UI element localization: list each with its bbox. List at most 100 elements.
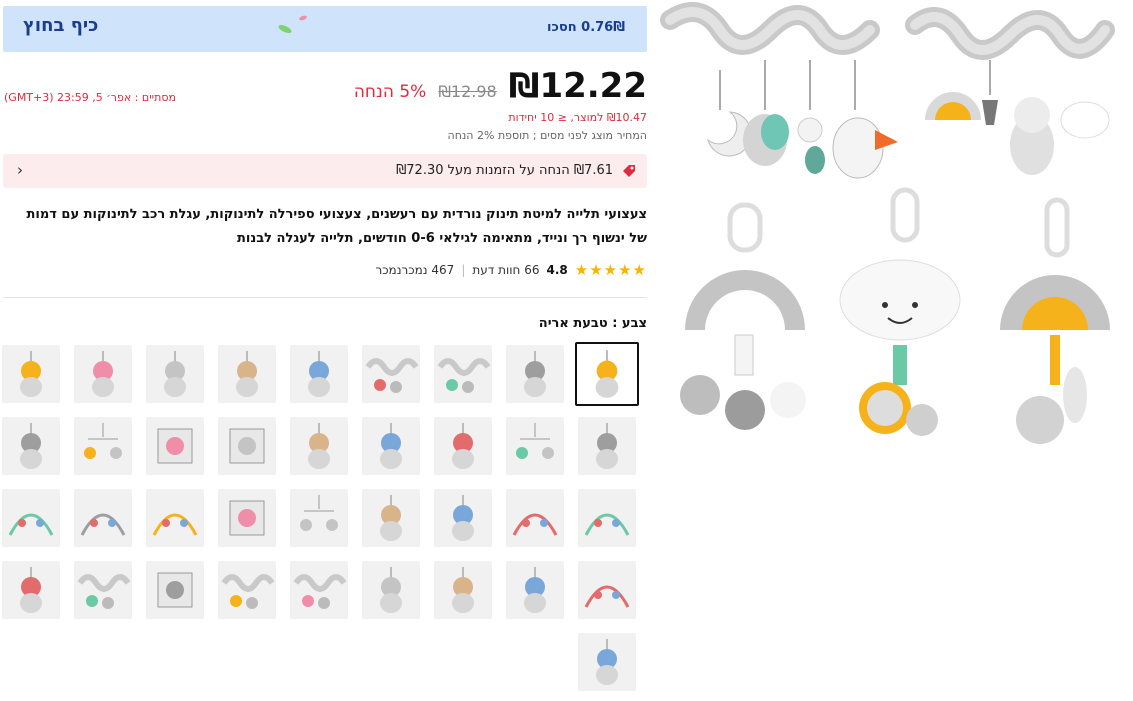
swatch-thumbnail xyxy=(20,567,42,613)
swatch-thumbnail xyxy=(20,351,42,397)
banner-savings: 0.76₪ חסכו xyxy=(547,20,625,35)
divider xyxy=(3,297,647,298)
swatch-thumbnail xyxy=(221,574,275,609)
color-swatch-giraffe[interactable] xyxy=(290,417,348,475)
color-swatch-plush[interactable] xyxy=(2,345,60,403)
color-swatch-plush-set[interactable] xyxy=(506,345,564,403)
rating-value: 4.8 xyxy=(546,263,568,277)
promo-banner[interactable]: כיף בחוץ 0.76₪ חסכו xyxy=(3,6,647,52)
color-swatch-book[interactable] xyxy=(218,417,276,475)
swatch-thumbnail xyxy=(516,423,554,459)
color-swatch-mirror[interactable] xyxy=(218,489,276,547)
color-swatch-spiral[interactable] xyxy=(290,561,348,619)
color-swatch-bear-ring[interactable] xyxy=(362,417,420,475)
swatch-thumbnail xyxy=(293,574,347,609)
swatch-thumbnail xyxy=(164,351,186,397)
coupon-text: ₪7.61 הנחה על הזמנות מעל ₪72.30 xyxy=(396,163,613,178)
swatch-thumbnail xyxy=(77,574,131,609)
price-row: ₪12.22 ₪12.98 5% הנחה xyxy=(354,66,647,106)
color-swatch-lion[interactable] xyxy=(362,489,420,547)
swatch-thumbnail xyxy=(584,585,630,608)
banner-title: כיף בחוץ xyxy=(23,15,99,36)
color-swatch-lion[interactable] xyxy=(434,489,492,547)
swatch-thumbnail xyxy=(452,423,474,469)
color-swatch-bunny-ring[interactable] xyxy=(362,561,420,619)
color-swatch-owl-set[interactable] xyxy=(2,417,60,475)
swatch-thumbnail xyxy=(524,567,546,613)
current-price: ₪12.22 xyxy=(508,66,647,106)
tax-note: המחיר מוצג לפני מסים ; תוספת 2% הנחה xyxy=(447,129,647,142)
chevron-left-icon: › xyxy=(17,161,23,179)
color-swatch-lion-ring[interactable] xyxy=(575,342,639,406)
color-swatch-lion-ball[interactable] xyxy=(434,561,492,619)
main-product-image[interactable] xyxy=(660,0,1133,470)
swatch-thumbnail xyxy=(437,358,491,393)
swatch-thumbnail xyxy=(524,351,546,397)
color-swatch-mobile-set[interactable] xyxy=(74,417,132,475)
swatch-thumbnail xyxy=(8,513,54,536)
color-swatch-spiral[interactable] xyxy=(74,561,132,619)
swatch-thumbnail xyxy=(380,567,402,613)
swatch-thumbnail xyxy=(92,351,114,397)
review-count[interactable]: 66 חוות דעת xyxy=(472,263,539,277)
color-swatch-crib-mobile[interactable] xyxy=(74,489,132,547)
swatch-thumbnail xyxy=(84,423,122,459)
discount-label: 5% הנחה xyxy=(353,82,427,102)
original-price: ₪12.98 xyxy=(438,82,497,101)
bulk-unit-price: ₪10.47 למוצר, ≤ 10 יחידות xyxy=(508,111,647,124)
color-swatch-star[interactable] xyxy=(290,345,348,403)
leaf-decoration-icon xyxy=(278,15,307,34)
color-swatch-bunny[interactable] xyxy=(218,345,276,403)
color-swatch-girl-doll[interactable] xyxy=(2,561,60,619)
swatch-thumbnail xyxy=(152,513,198,536)
color-swatch-bear[interactable] xyxy=(434,417,492,475)
color-swatch-grid xyxy=(0,340,650,700)
swatch-thumbnail xyxy=(236,351,258,397)
color-swatch-arch[interactable] xyxy=(506,489,564,547)
color-swatch-mobile-hang[interactable] xyxy=(290,489,348,547)
color-swatch-crib-mobile[interactable] xyxy=(578,561,636,619)
swatch-thumbnail xyxy=(229,500,265,536)
swatch-thumbnail xyxy=(365,358,419,393)
color-swatch-rainbow-mobile[interactable] xyxy=(506,417,564,475)
swatch-thumbnail xyxy=(380,423,402,469)
color-swatch-cloud[interactable] xyxy=(146,345,204,403)
swatch-thumbnail xyxy=(584,513,630,536)
color-swatch-crib-mobile[interactable] xyxy=(146,489,204,547)
star-rating-icon: ★★★★★ xyxy=(574,261,647,279)
product-title: צעצועי תלייה למיטת תינוק נורדית עם רעשני… xyxy=(26,207,647,246)
rating-row[interactable]: ★★★★★ 4.8 66 חוות דעת | 467 נמכרנמכר xyxy=(375,261,647,279)
swatch-thumbnail xyxy=(300,495,338,531)
color-swatch-arch[interactable] xyxy=(578,489,636,547)
coupon-bar[interactable]: › ₪7.61 הנחה על הזמנות מעל ₪72.30 xyxy=(3,154,647,188)
swatch-thumbnail xyxy=(157,572,193,608)
color-swatch-spiral[interactable] xyxy=(434,345,492,403)
swatch-thumbnail xyxy=(308,423,330,469)
swatch-thumbnail xyxy=(596,423,618,469)
sale-end-time: (GMT+3) 23:59 ,5 מסתיים : אפר׳ xyxy=(4,91,176,104)
color-swatch-elephant[interactable] xyxy=(506,561,564,619)
swatch-thumbnail xyxy=(20,423,42,469)
product-photo xyxy=(660,2,1115,444)
swatch-thumbnail xyxy=(308,351,330,397)
swatch-thumbnail xyxy=(595,350,619,398)
swatch-thumbnail xyxy=(452,495,474,541)
swatch-thumbnail xyxy=(157,428,193,464)
swatch-thumbnail xyxy=(380,495,402,541)
color-swatch-bunny-book[interactable] xyxy=(146,417,204,475)
swatch-thumbnail xyxy=(512,513,558,536)
swatch-thumbnail xyxy=(80,513,126,536)
color-swatch-spiral[interactable] xyxy=(218,561,276,619)
color-label: צבע : טבעת אריה xyxy=(538,316,647,331)
separator: | xyxy=(461,263,466,277)
color-swatch-pig-doll[interactable] xyxy=(578,633,636,691)
color-swatch-fish[interactable] xyxy=(578,417,636,475)
color-swatch-rainbow[interactable] xyxy=(74,345,132,403)
color-swatch-spiral[interactable] xyxy=(362,345,420,403)
swatch-thumbnail xyxy=(229,428,265,464)
color-swatch-book-set[interactable] xyxy=(146,561,204,619)
swatch-thumbnail xyxy=(452,567,474,613)
sold-count: 467 נמכרנמכר xyxy=(375,263,455,277)
color-swatch-crib[interactable] xyxy=(2,489,60,547)
tag-icon xyxy=(623,165,635,177)
